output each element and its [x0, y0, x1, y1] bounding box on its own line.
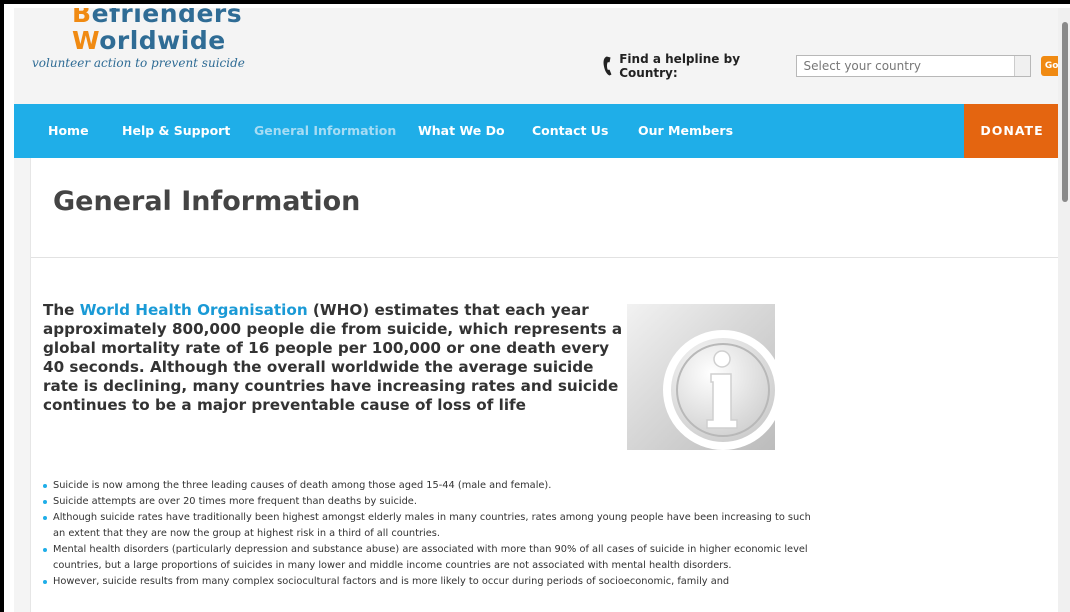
scrollbar-thumb[interactable] [1062, 22, 1068, 202]
helpline-finder: Find a helpline by Country: Select your … [602, 52, 1062, 80]
info-image [627, 304, 775, 450]
page-title: General Information [53, 186, 361, 217]
main-content: General Information The World Health Org… [30, 158, 1062, 612]
country-select-value: Select your country [803, 59, 922, 73]
logo-text-1: efrienders [91, 8, 243, 28]
list-item: Suicide attempts are over 20 times more … [43, 494, 823, 510]
phone-icon [603, 56, 612, 76]
logo-text-2: orldwide [99, 26, 226, 55]
logo-line-1: Befrienders [32, 8, 245, 27]
who-link[interactable]: World Health Organisation [80, 301, 308, 319]
nav-item-contact-us[interactable]: Contact Us [532, 104, 608, 158]
site-header: Befrienders Worldwide volunteer action t… [14, 8, 1062, 104]
nav-item-our-members[interactable]: Our Members [638, 104, 733, 158]
nav-item-what-we-do[interactable]: What We Do [418, 104, 505, 158]
lead-paragraph: The World Health Organisation (WHO) esti… [43, 301, 633, 415]
scrollbar[interactable] [1058, 8, 1070, 612]
page: Befrienders Worldwide volunteer action t… [14, 8, 1062, 612]
main-nav: Home Help & Support General Information … [14, 104, 1062, 158]
site-logo[interactable]: Befrienders Worldwide volunteer action t… [32, 8, 245, 70]
chevron-down-icon[interactable] [1014, 56, 1031, 76]
list-item: However, suicide results from many compl… [43, 574, 823, 590]
list-item: Suicide is now among the three leading c… [43, 478, 823, 494]
donate-button[interactable]: DONATE [964, 104, 1060, 158]
nav-item-general-information[interactable]: General Information [254, 104, 396, 158]
logo-initial-w: W [72, 26, 100, 55]
country-select[interactable]: Select your country [796, 55, 1032, 77]
logo-line-2: Worldwide [32, 27, 245, 54]
logo-tagline: volunteer action to prevent suicide [32, 56, 245, 70]
nav-item-home[interactable]: Home [48, 104, 89, 158]
list-item: Mental health disorders (particularly de… [43, 542, 823, 574]
browser-frame: Befrienders Worldwide volunteer action t… [0, 0, 1070, 612]
helpline-label: Find a helpline by Country: [619, 52, 741, 80]
page-title-box: General Information [31, 158, 1062, 258]
list-item: Although suicide rates have traditionall… [43, 510, 823, 542]
facts-list: Suicide is now among the three leading c… [43, 478, 823, 590]
lead-text-before: The [43, 301, 80, 319]
info-icon [663, 330, 775, 450]
nav-item-help-support[interactable]: Help & Support [122, 104, 230, 158]
logo-initial-b: B [72, 8, 92, 28]
